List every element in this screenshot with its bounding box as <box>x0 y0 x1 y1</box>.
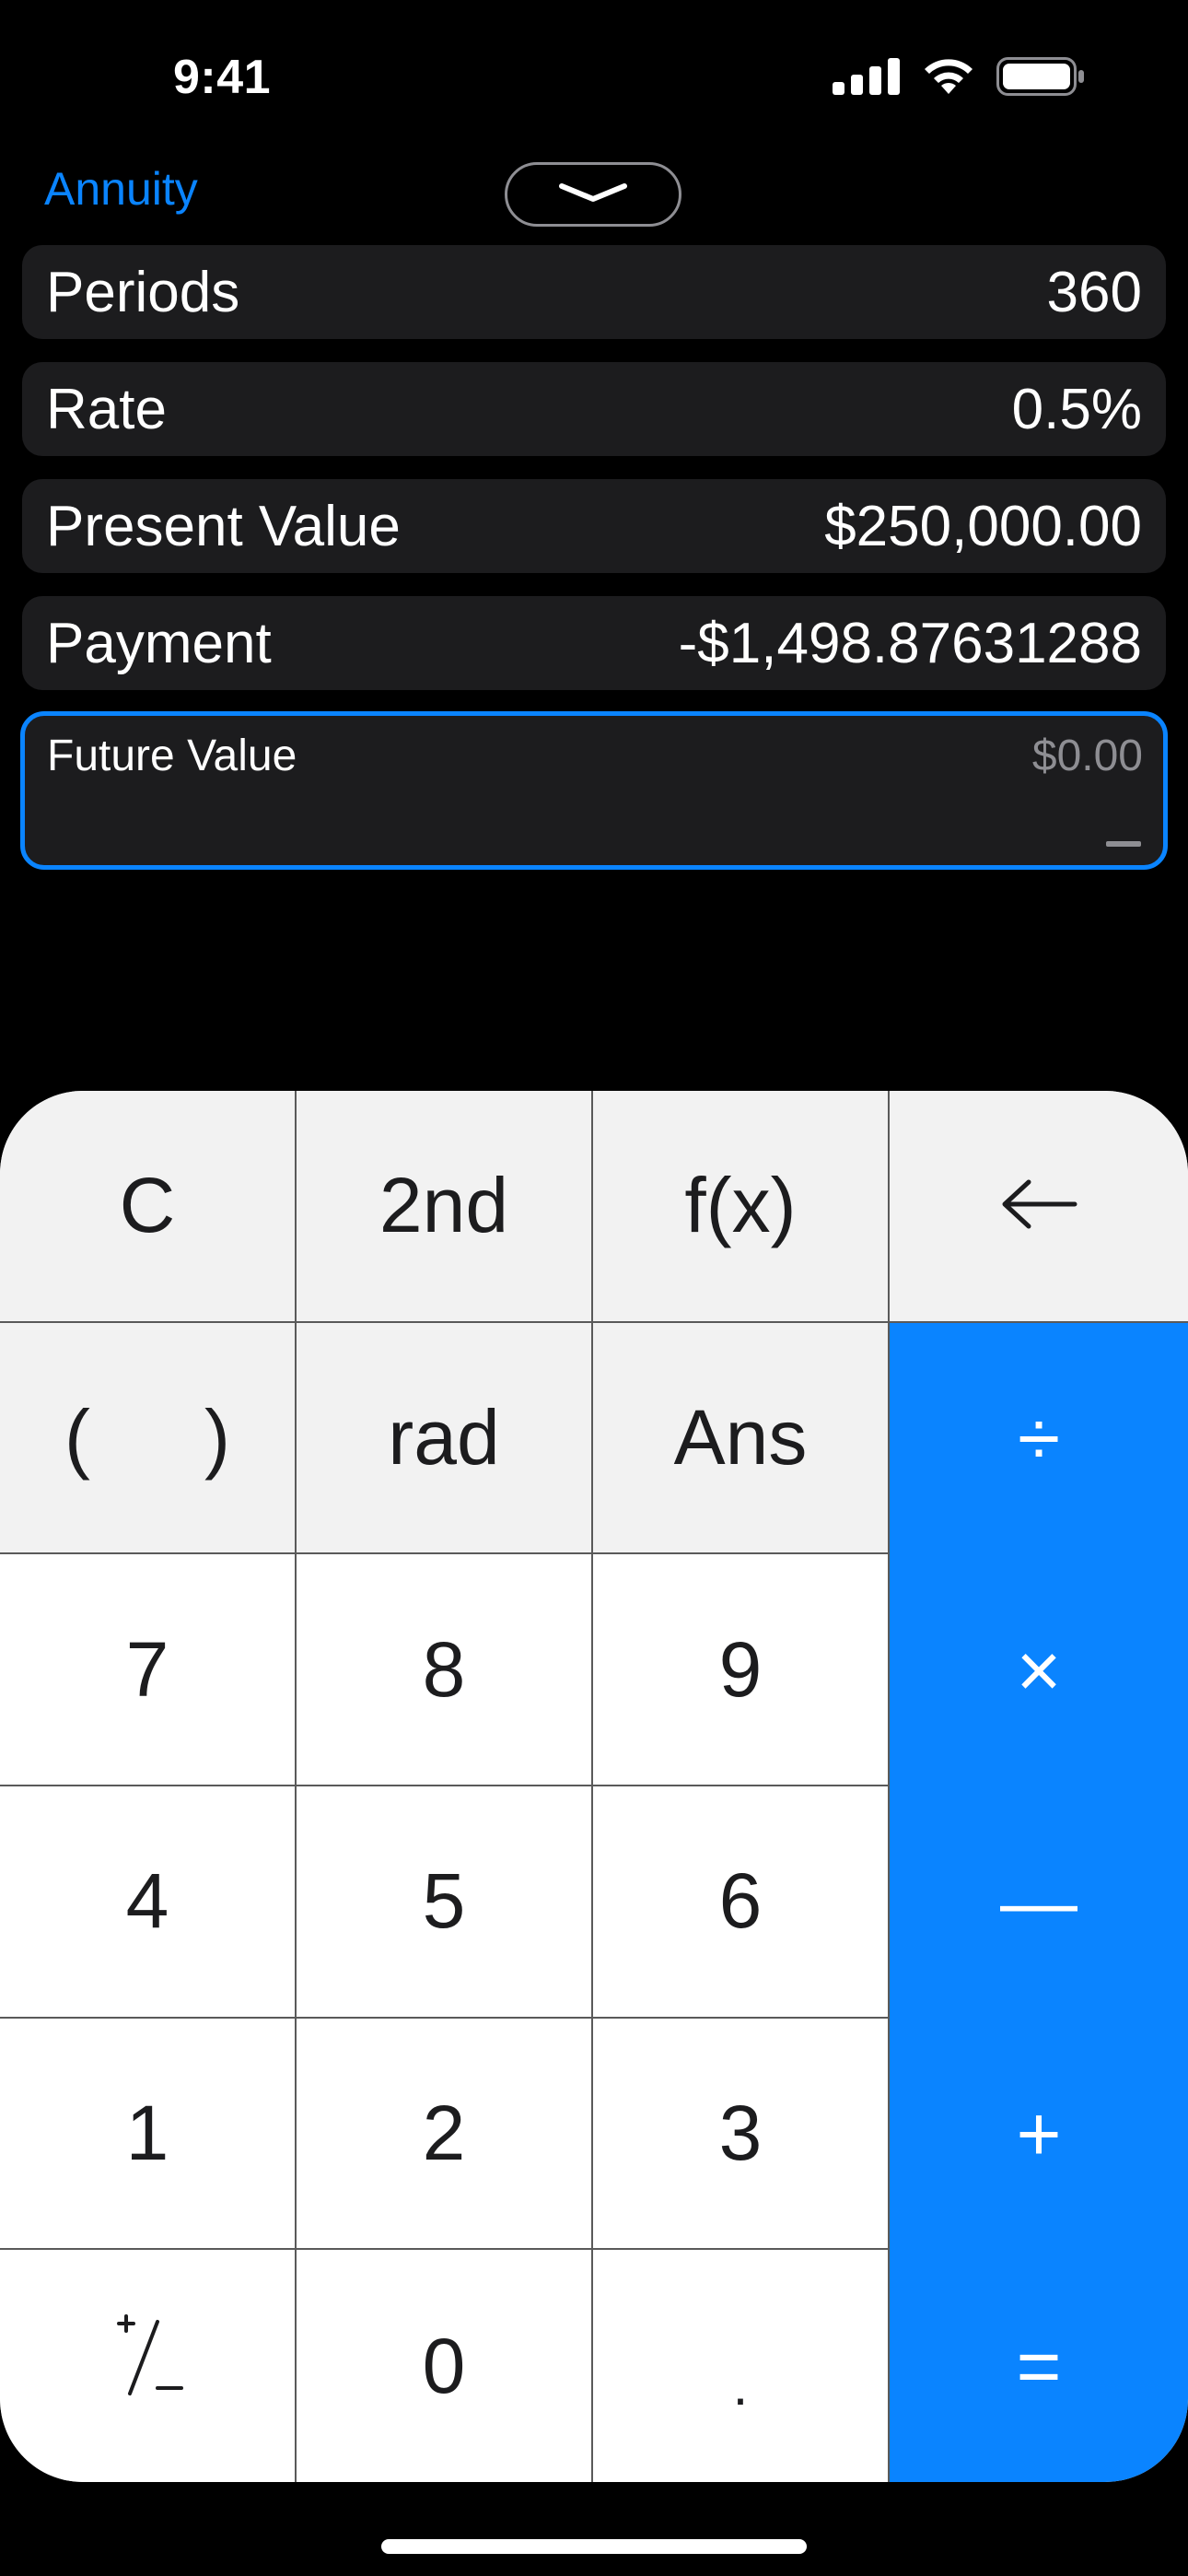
digit-1-key[interactable]: 1 <box>0 2018 297 2251</box>
open-paren: ( <box>64 1393 90 1481</box>
digit-6-key[interactable]: 6 <box>593 1786 890 2019</box>
digit-5-key[interactable]: 5 <box>297 1786 593 2019</box>
field-value: -$1,498.87631288 <box>678 611 1142 675</box>
field-value: 360 <box>1046 260 1142 324</box>
wifi-icon <box>921 57 976 100</box>
decimal-key[interactable]: . <box>593 2250 890 2482</box>
text-cursor <box>1106 841 1141 847</box>
divide-key[interactable]: ÷ <box>890 1322 1188 1555</box>
plus-key[interactable]: + <box>890 2018 1188 2251</box>
digit-4-key[interactable]: 4 <box>0 1786 297 2019</box>
equals-key[interactable]: = <box>890 2250 1188 2482</box>
digit-2-key[interactable]: 2 <box>297 2018 593 2251</box>
close-paren: ) <box>204 1393 230 1481</box>
parentheses-pair: ( ) <box>64 1393 230 1482</box>
backspace-arrow-icon <box>997 1161 1080 1250</box>
keypad: C 2nd f(x) ( ) rad Ans ÷ 7 8 9 × 4 5 6 —… <box>0 1091 1188 2482</box>
field-label: Payment <box>46 611 272 675</box>
digit-8-key[interactable]: 8 <box>297 1554 593 1786</box>
field-value: $250,000.00 <box>824 494 1142 558</box>
clear-key[interactable]: C <box>0 1091 297 1323</box>
field-label: Rate <box>46 377 167 441</box>
field-label: Future Value <box>47 732 297 780</box>
field-rate[interactable]: Rate 0.5% <box>22 362 1166 456</box>
field-payment[interactable]: Payment -$1,498.87631288 <box>22 596 1166 690</box>
multiply-key[interactable]: × <box>890 1554 1188 1786</box>
status-time: 9:41 <box>173 51 272 104</box>
field-label: Present Value <box>46 494 401 558</box>
second-key[interactable]: 2nd <box>297 1091 593 1323</box>
digit-0-key[interactable]: 0 <box>297 2250 593 2482</box>
field-present-value[interactable]: Present Value $250,000.00 <box>22 479 1166 573</box>
status-icons <box>833 57 1085 100</box>
cellular-signal-icon <box>833 58 901 100</box>
field-placeholder-value: $0.00 <box>1031 732 1143 780</box>
ans-key[interactable]: Ans <box>593 1322 890 1555</box>
chevron-down-icon <box>556 179 630 211</box>
minus-key[interactable]: — <box>890 1786 1188 2019</box>
annuity-mode-button[interactable]: Annuity <box>44 162 198 216</box>
field-value: 0.5% <box>1011 377 1142 441</box>
digit-9-key[interactable]: 9 <box>593 1554 890 1786</box>
home-indicator[interactable] <box>381 2539 807 2554</box>
digit-3-key[interactable]: 3 <box>593 2018 890 2251</box>
plus-minus-key[interactable] <box>0 2250 297 2482</box>
field-future-value-input[interactable]: Future Value $0.00 <box>20 711 1168 870</box>
digit-7-key[interactable]: 7 <box>0 1554 297 1786</box>
status-bar: 9:41 <box>0 0 1188 157</box>
backspace-key[interactable] <box>890 1091 1188 1323</box>
function-key[interactable]: f(x) <box>593 1091 890 1323</box>
plus-minus-icon <box>106 2311 189 2421</box>
field-label: Periods <box>46 260 240 324</box>
rad-key[interactable]: rad <box>297 1322 593 1555</box>
parentheses-key[interactable]: ( ) <box>0 1322 297 1555</box>
field-periods[interactable]: Periods 360 <box>22 245 1166 339</box>
collapse-button[interactable] <box>505 162 681 227</box>
battery-icon <box>996 57 1085 100</box>
